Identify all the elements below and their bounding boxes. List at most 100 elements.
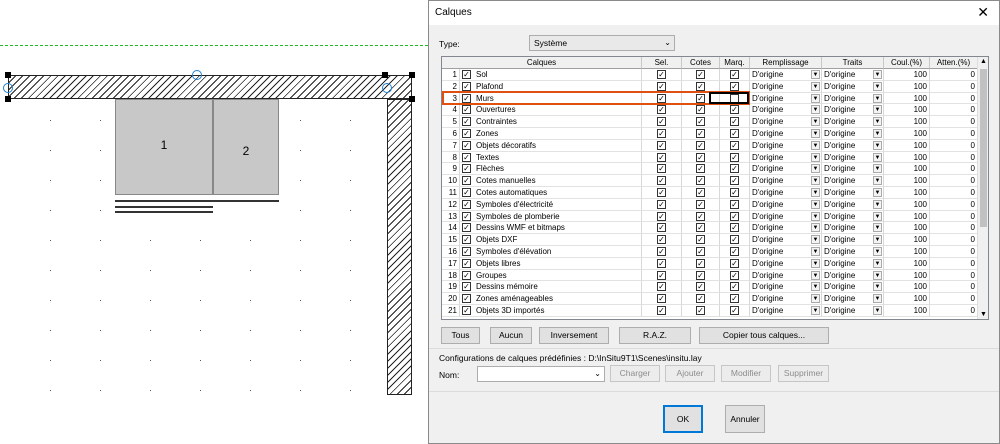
cotes-cell[interactable]: ✓ — [682, 281, 720, 294]
close-icon[interactable]: ✕ — [977, 4, 989, 21]
sel-cell[interactable]: ✓ — [642, 69, 682, 81]
scroll-down-icon[interactable]: ▼ — [980, 311, 987, 318]
line-select[interactable]: D'origine ▼ — [822, 269, 884, 282]
chevron-down-icon[interactable]: ▼ — [873, 223, 882, 233]
invert-button[interactable]: Inversement — [539, 327, 609, 344]
checkbox[interactable]: ✓ — [657, 140, 666, 150]
layer-name-cell[interactable]: ✓ Objets DXF — [460, 234, 642, 246]
fill-select[interactable]: D'origine ▼ — [750, 269, 822, 282]
table-row[interactable]: 4 ✓ Ouvertures ✓ ✓ ✓ D'origine ▼ D'origine ▼ 100 0 — [442, 104, 978, 117]
checkbox[interactable]: ✓ — [462, 199, 471, 209]
table-row[interactable]: 14 ✓ Dessins WMF et bitmaps ✓ ✓ ✓ D'origine ▼ D'… — [442, 222, 978, 235]
fill-select[interactable]: D'origine ▼ — [750, 128, 822, 140]
checkbox[interactable]: ✓ — [657, 117, 666, 127]
marq-cell[interactable]: ✓ — [720, 246, 750, 258]
atten-value[interactable]: 0 — [930, 187, 978, 199]
marq-cell[interactable]: ✓ — [720, 175, 750, 187]
select-all-button[interactable]: Tous — [441, 327, 480, 344]
checkbox[interactable]: ✓ — [696, 247, 705, 256]
table-row[interactable]: 1 ✓ Sol ✓ ✓ ✓ D'origine ▼ D'origine ▼ 100 0 — [442, 69, 978, 81]
fill-select[interactable]: D'origine ▼ — [750, 187, 822, 199]
coul-value[interactable]: 100 — [884, 234, 930, 246]
checkbox[interactable]: ✓ — [696, 129, 705, 138]
coul-value[interactable]: 100 — [884, 269, 930, 282]
layer-name-cell[interactable]: ✓ Symboles d'électricité — [460, 198, 642, 211]
checkbox[interactable]: ✓ — [462, 270, 471, 280]
fill-select[interactable]: D'origine ▼ — [750, 69, 822, 81]
coul-value[interactable]: 100 — [884, 305, 930, 317]
cotes-cell[interactable]: ✓ — [682, 163, 720, 176]
selection-handle[interactable] — [5, 72, 11, 78]
table-row[interactable]: 16 ✓ Symboles d'élévation ✓ ✓ ✓ D'origine ▼ D'or… — [442, 246, 978, 258]
cotes-cell[interactable]: ✓ — [682, 187, 720, 199]
atten-value[interactable]: 0 — [930, 269, 978, 282]
atten-value[interactable]: 0 — [930, 234, 978, 246]
checkbox[interactable]: ✓ — [696, 164, 705, 174]
layer-name-cell[interactable]: ✓ Cotes manuelles — [460, 175, 642, 187]
checkbox[interactable]: ✓ — [696, 152, 705, 162]
table-row[interactable]: 10 ✓ Cotes manuelles ✓ ✓ ✓ D'origine ▼ D'origine… — [442, 175, 978, 187]
layer-name-cell[interactable]: ✓ Zones — [460, 128, 642, 140]
line-select[interactable]: D'origine ▼ — [822, 69, 884, 81]
checkbox[interactable]: ✓ — [730, 152, 739, 162]
checkbox[interactable]: ✓ — [696, 176, 705, 186]
marq-cell[interactable]: ✓ — [720, 293, 750, 305]
coul-value[interactable]: 100 — [884, 163, 930, 176]
layer-name-cell[interactable]: ✓ Ouvertures — [460, 104, 642, 117]
table-row[interactable]: 12 ✓ Symboles d'électricité ✓ ✓ ✓ D'origine ▼ D'… — [442, 198, 978, 211]
nom-select[interactable]: ⌄ — [477, 366, 605, 382]
column-header[interactable]: Traits — [822, 57, 884, 69]
cabinet-2[interactable]: 2 — [213, 99, 279, 195]
chevron-down-icon[interactable]: ▼ — [873, 117, 882, 127]
checkbox[interactable]: ✓ — [462, 188, 471, 197]
cotes-cell[interactable]: ✓ — [682, 116, 720, 128]
checkbox[interactable]: ✓ — [730, 140, 739, 150]
chevron-down-icon[interactable]: ▼ — [873, 294, 882, 304]
layer-name-cell[interactable]: ✓ Dessins mémoire — [460, 281, 642, 294]
line-select[interactable]: D'origine ▼ — [822, 128, 884, 140]
checkbox[interactable]: ✓ — [730, 129, 739, 138]
checkbox[interactable]: ✓ — [462, 306, 471, 315]
line-select[interactable]: D'origine ▼ — [822, 210, 884, 223]
chevron-down-icon[interactable]: ▼ — [873, 81, 882, 91]
checkbox[interactable]: ✓ — [462, 140, 471, 150]
atten-value[interactable]: 0 — [930, 163, 978, 176]
checkbox[interactable]: ✓ — [730, 282, 739, 292]
checkbox[interactable]: ✓ — [696, 105, 705, 115]
checkbox[interactable]: ✓ — [730, 247, 739, 256]
checkbox[interactable]: ✓ — [462, 223, 471, 233]
marq-cell[interactable]: ✓ — [720, 128, 750, 140]
checkbox[interactable]: ✓ — [730, 294, 739, 304]
coul-value[interactable]: 100 — [884, 104, 930, 117]
sel-cell[interactable]: ✓ — [642, 281, 682, 294]
atten-value[interactable]: 0 — [930, 246, 978, 258]
sel-cell[interactable]: ✓ — [642, 104, 682, 117]
chevron-down-icon[interactable]: ▼ — [811, 235, 820, 245]
checkbox[interactable]: ✓ — [462, 258, 471, 268]
sel-cell[interactable]: ✓ — [642, 293, 682, 305]
column-header[interactable]: Atten.(%) — [930, 57, 978, 69]
cotes-cell[interactable]: ✓ — [682, 69, 720, 81]
coul-value[interactable]: 100 — [884, 128, 930, 140]
checkbox[interactable]: ✓ — [730, 235, 739, 245]
coul-value[interactable]: 100 — [884, 92, 930, 105]
chevron-down-icon[interactable]: ▼ — [873, 306, 882, 315]
sel-cell[interactable]: ✓ — [642, 269, 682, 282]
line-select[interactable]: D'origine ▼ — [822, 198, 884, 211]
table-row[interactable]: 6 ✓ Zones ✓ ✓ ✓ D'origine ▼ D'origine ▼ 100 0 — [442, 128, 978, 140]
checkbox[interactable]: ✓ — [657, 258, 666, 268]
chevron-down-icon[interactable]: ▼ — [811, 270, 820, 280]
layer-name-cell[interactable]: ✓ Symboles de plomberie — [460, 210, 642, 223]
checkbox[interactable]: ✓ — [730, 164, 739, 174]
coul-value[interactable]: 100 — [884, 281, 930, 294]
sel-cell[interactable]: ✓ — [642, 246, 682, 258]
atten-value[interactable]: 0 — [930, 92, 978, 105]
coul-value[interactable]: 100 — [884, 210, 930, 223]
atten-value[interactable]: 0 — [930, 80, 978, 93]
marq-cell[interactable]: ✓ — [720, 116, 750, 128]
checkbox[interactable]: ✓ — [696, 294, 705, 304]
chevron-down-icon[interactable]: ▼ — [811, 282, 820, 292]
atten-value[interactable]: 0 — [930, 151, 978, 164]
checkbox[interactable]: ✓ — [696, 223, 705, 233]
column-header[interactable]: Calques — [442, 57, 642, 69]
